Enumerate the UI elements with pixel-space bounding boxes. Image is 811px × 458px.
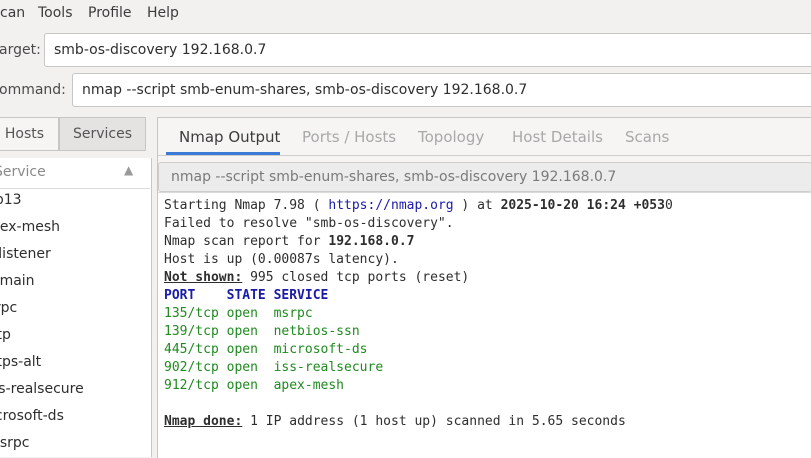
list-item[interactable]: lrpc: [0, 300, 17, 316]
tab-services-label: Services: [72, 126, 133, 142]
menu-bar: can Tools Profile Help: [0, 0, 811, 28]
tab-hosts[interactable]: Hosts: [0, 117, 59, 151]
nmap-output-text: Starting Nmap 7.98 ( https://nmap.org ) …: [158, 192, 811, 458]
menu-scan[interactable]: can: [0, 5, 25, 21]
services-list: Service ▲ jp13 pex-mesh slistener omain …: [0, 158, 152, 457]
output-command-value: nmap --script smb-enum-shares, smb-os-di…: [171, 169, 617, 185]
target-label: arget:: [0, 42, 41, 58]
list-item[interactable]: slistener: [0, 246, 51, 262]
output-line-text: 0: [664, 198, 673, 213]
list-item[interactable]: ttp: [0, 327, 11, 343]
host-ip: 192.168.0.7: [328, 234, 415, 249]
output-line-text: Nmap scan report for: [164, 234, 329, 249]
service-column-label: Service: [0, 164, 46, 180]
port-row: 912/tcp open apex-mesh: [164, 378, 345, 393]
target-input[interactable]: smb-os-discovery 192.168.0.7: [44, 33, 811, 67]
menu-profile[interactable]: Profile: [88, 5, 132, 21]
output-line: Failed to resolve "smb-os-discovery".: [164, 216, 454, 231]
nmap-link[interactable]: https://nmap.org: [328, 198, 453, 213]
list-item[interactable]: jp13: [0, 192, 22, 208]
nmap-done-label: Nmap done:: [164, 414, 243, 429]
tab-divider: [158, 155, 811, 156]
active-tab-indicator: [166, 152, 280, 155]
service-column-header[interactable]: Service ▲: [0, 158, 150, 189]
results-panel: Nmap Output Ports / Hosts Topology Host …: [157, 117, 811, 458]
tab-host-details[interactable]: Host Details: [512, 128, 603, 146]
output-line-text: ) at: [453, 198, 501, 213]
port-row: 135/tcp open msrpc: [164, 306, 313, 321]
output-line: Host is up (0.00087s latency).: [164, 252, 399, 267]
list-item[interactable]: omain: [0, 273, 35, 289]
scan-date: 2025-10-20 16:24 +053: [500, 198, 665, 213]
port-row: 445/tcp open microsoft-ds: [164, 342, 368, 357]
list-item[interactable]: ttps-alt: [0, 354, 41, 370]
port-row: 139/tcp open netbios-ssn: [164, 324, 360, 339]
menu-help[interactable]: Help: [147, 5, 179, 21]
menu-tools[interactable]: Tools: [38, 5, 73, 21]
not-shown-label: Not shown:: [164, 270, 243, 285]
tab-hosts-label: Hosts: [4, 126, 45, 142]
tab-nmap-output[interactable]: Nmap Output: [179, 128, 280, 146]
list-item[interactable]: pex-mesh: [0, 219, 60, 235]
command-label: ommand:: [0, 82, 66, 98]
port-row: 902/tcp open iss-realsecure: [164, 360, 384, 375]
output-line-text: 1 IP address (1 host up) scanned in 5.65…: [242, 414, 626, 429]
tab-ports-hosts[interactable]: Ports / Hosts: [302, 128, 396, 146]
ports-table-header: PORT STATE SERVICE: [164, 288, 329, 303]
output-line-text: 995 closed tcp ports (reset): [242, 270, 470, 285]
output-command-select[interactable]: nmap --script smb-enum-shares, smb-os-di…: [158, 162, 811, 192]
list-item[interactable]: ss-realsecure: [0, 381, 84, 397]
list-item[interactable]: nsrpc: [0, 435, 30, 451]
tab-services[interactable]: Services: [59, 117, 146, 151]
sort-ascending-icon[interactable]: ▲: [124, 163, 133, 177]
output-line-text: Starting Nmap 7.98 (: [164, 198, 329, 213]
tab-topology[interactable]: Topology: [418, 128, 484, 146]
list-item[interactable]: icrosoft-ds: [0, 408, 64, 424]
tab-scans[interactable]: Scans: [625, 128, 669, 146]
command-input[interactable]: nmap --script smb-enum-shares, smb-os-di…: [72, 73, 811, 107]
